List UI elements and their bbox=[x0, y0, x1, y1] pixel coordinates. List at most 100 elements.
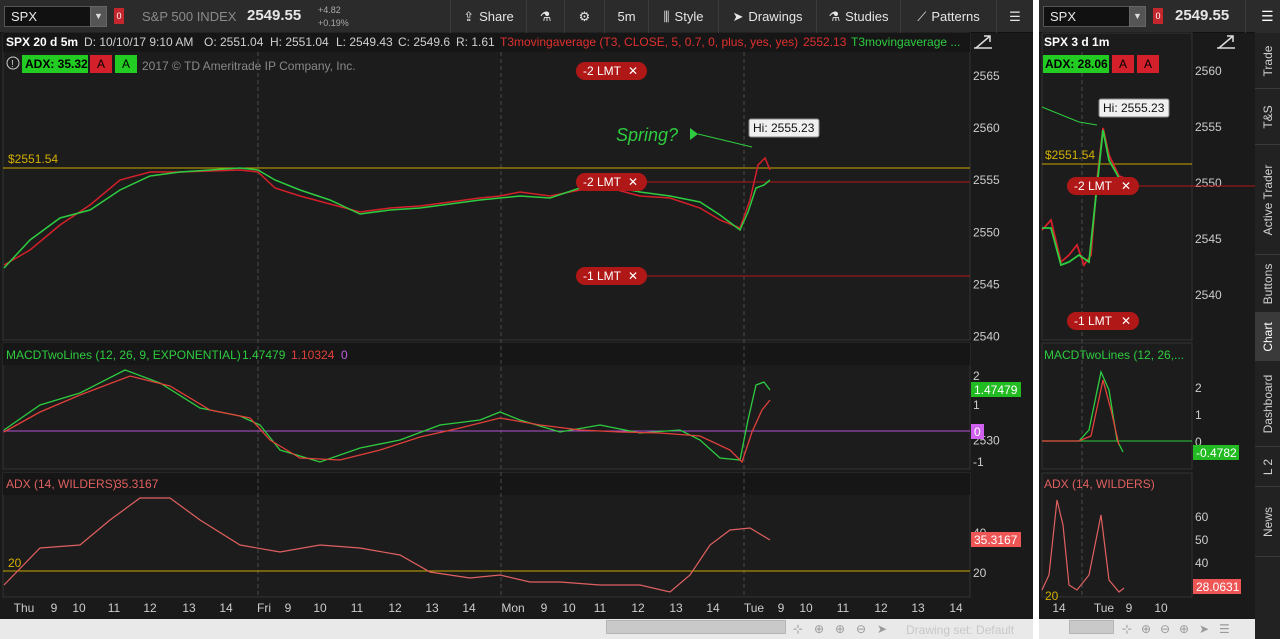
cancel-order-icon: ✕ bbox=[628, 64, 638, 78]
svg-text:-1: -1 bbox=[973, 455, 984, 469]
time-tick: 14 bbox=[1052, 601, 1066, 615]
time-tick: 14 bbox=[706, 601, 720, 615]
cancel-order-icon: ✕ bbox=[628, 175, 638, 189]
price-tick: 2540 bbox=[973, 330, 1000, 344]
time-tick: 11 bbox=[351, 601, 364, 615]
macd-title: MACDTwoLines (12, 26, 9, EXPONENTIAL) bbox=[6, 348, 241, 362]
side-tab-buttons[interactable]: Buttons bbox=[1255, 255, 1280, 313]
side-tab-active-trader[interactable]: Active Trader bbox=[1255, 145, 1280, 255]
time-tick: 9 bbox=[778, 601, 785, 615]
adx-badge: ADX: 35.32 bbox=[25, 57, 88, 71]
side-tab-dashboard[interactable]: Dashboard bbox=[1255, 361, 1280, 447]
order-pill-1[interactable]: -2 LMT ✕ bbox=[1067, 177, 1139, 195]
time-tick: 13 bbox=[911, 601, 925, 615]
svg-text:-2 LMT: -2 LMT bbox=[1074, 179, 1113, 193]
hi-label: Hi: 2555.23 bbox=[753, 121, 815, 135]
svg-text:-1 LMT: -1 LMT bbox=[1074, 314, 1113, 328]
zoom-in-icon[interactable]: ⊕ bbox=[835, 622, 845, 636]
left-scroll-thumb[interactable] bbox=[606, 620, 786, 634]
price-tick: 2560 bbox=[973, 121, 1000, 135]
adx-title: ADX (14, WILDERS) bbox=[6, 477, 117, 491]
right-chart-window: SPX ▼ 0 2549.55 ☰ SPX 3 d 1m ADX: 28.06 … bbox=[1039, 0, 1280, 639]
right-chart-area[interactable]: SPX 3 d 1m ADX: 28.06 A A 25602555255025… bbox=[1039, 0, 1255, 639]
side-tab-t-s[interactable]: T&S bbox=[1255, 89, 1280, 145]
time-tick: 9 bbox=[51, 601, 58, 615]
chart-title: SPX 3 d 1m bbox=[1044, 35, 1109, 49]
macd-zero-value: 0 bbox=[341, 348, 348, 362]
svg-text:40: 40 bbox=[1195, 556, 1209, 570]
left-nav-tools: ⊹ ⊕ ⊕ ⊖ ➤ Drawing set: Default bbox=[793, 622, 1015, 637]
time-tick: Tue bbox=[744, 601, 765, 615]
svg-text:2: 2 bbox=[973, 369, 980, 383]
spring-annotation[interactable]: Spring? bbox=[616, 125, 678, 145]
study-t3-label-2: T3movingaverage ... bbox=[851, 35, 960, 49]
time-tick: 10 bbox=[313, 601, 327, 615]
svg-text:-2 LMT: -2 LMT bbox=[583, 64, 622, 78]
time-tick: 12 bbox=[143, 601, 157, 615]
left-chart-area[interactable]: SPX 20 d 5m D: 10/10/17 9:10 AM O: 2551.… bbox=[0, 0, 1033, 639]
price-axis: 2560 2555 2550 2545 2540 bbox=[1195, 64, 1222, 302]
svg-text:1: 1 bbox=[1195, 408, 1202, 422]
zoom-out-icon[interactable]: ⊖ bbox=[856, 622, 866, 636]
svg-text:A: A bbox=[97, 57, 105, 71]
drawing-set-label[interactable]: Drawing set: Default bbox=[906, 623, 1015, 637]
time-tick: 14 bbox=[462, 601, 476, 615]
right-scroll-thumb[interactable] bbox=[1069, 620, 1114, 634]
macd-value: 1.47479 bbox=[242, 348, 286, 362]
side-tab-bar: Trade T&S Active Trader Buttons Chart Dashboa… bbox=[1255, 33, 1280, 639]
price-tick: 2550 bbox=[973, 225, 1000, 239]
svg-text:2: 2 bbox=[1195, 381, 1202, 395]
time-tick: 14 bbox=[219, 601, 233, 615]
price-tick: 2555 bbox=[1195, 120, 1222, 134]
bar-date: D: 10/10/17 9:10 AM bbox=[84, 35, 193, 49]
order-pill-3[interactable]: -1 LMT ✕ bbox=[576, 267, 647, 285]
crosshair-icon[interactable]: ⊕ bbox=[814, 622, 824, 636]
pointer-icon[interactable]: ➤ bbox=[1199, 622, 1209, 636]
time-tick: 13 bbox=[425, 601, 439, 615]
hi-label: Hi: 2555.23 bbox=[1103, 101, 1165, 115]
adx-title: ADX (14, WILDERS) bbox=[1044, 477, 1155, 491]
bar-low: L: 2549.43 bbox=[336, 35, 393, 49]
left-chart-window: SPX ▼ 0 S&P 500 INDEX 2549.55 +4.82 +0.1… bbox=[0, 0, 1033, 639]
copyright: 2017 © TD Ameritrade IP Company, Inc. bbox=[142, 59, 356, 73]
order-pill-2[interactable]: -2 LMT ✕ bbox=[576, 173, 647, 191]
adx-value: 35.3167 bbox=[115, 477, 159, 491]
zoom-out-icon[interactable]: ⊖ bbox=[1160, 622, 1170, 636]
adx-badge: ADX: 28.06 bbox=[1045, 57, 1108, 71]
expand-icon[interactable] bbox=[1217, 35, 1235, 49]
time-tick: 11 bbox=[108, 601, 121, 615]
time-tick: Tue bbox=[1094, 601, 1115, 615]
price-tick: 2560 bbox=[1195, 64, 1222, 78]
adx-level-label: 20 bbox=[8, 556, 22, 570]
svg-text:60: 60 bbox=[1195, 510, 1209, 524]
side-tab-chart[interactable]: Chart bbox=[1255, 313, 1280, 361]
time-tick: 12 bbox=[874, 601, 888, 615]
time-tick: Fri bbox=[257, 601, 271, 615]
zoom-in-icon[interactable]: ⊕ bbox=[1141, 622, 1151, 636]
expand-icon[interactable] bbox=[974, 35, 992, 49]
side-menu-button[interactable]: ☰ bbox=[1255, 0, 1280, 33]
price-tick: 2555 bbox=[973, 173, 1000, 187]
side-tab-l-2[interactable]: L 2 bbox=[1255, 447, 1280, 487]
bar-high: H: 2551.04 bbox=[270, 35, 329, 49]
price-level-label: $2551.54 bbox=[1045, 148, 1095, 162]
time-axis: 14 Tue 9 10 bbox=[1052, 601, 1168, 615]
svg-text:20: 20 bbox=[973, 566, 987, 580]
svg-text:50: 50 bbox=[1195, 533, 1209, 547]
side-tab-news[interactable]: News bbox=[1255, 487, 1280, 557]
order-pill-2[interactable]: -1 LMT ✕ bbox=[1067, 312, 1139, 330]
svg-text:!: ! bbox=[11, 59, 14, 70]
pan-icon[interactable]: ⊹ bbox=[1122, 622, 1132, 636]
svg-text:A: A bbox=[1144, 57, 1152, 71]
pointer-icon[interactable]: ➤ bbox=[877, 622, 887, 636]
price-tick: 2545 bbox=[1195, 232, 1222, 246]
pan-icon[interactable]: ⊹ bbox=[793, 622, 803, 636]
study-t3-value: 2552.13 bbox=[803, 35, 847, 49]
crosshair-icon[interactable]: ⊕ bbox=[1179, 622, 1189, 636]
chart-title: SPX 20 d 5m bbox=[6, 35, 78, 49]
side-tab-trade[interactable]: Trade bbox=[1255, 33, 1280, 89]
layers-icon[interactable]: ☰ bbox=[1219, 622, 1230, 636]
svg-text:-1 LMT: -1 LMT bbox=[583, 269, 622, 283]
svg-text:-2 LMT: -2 LMT bbox=[583, 175, 622, 189]
order-pill-1[interactable]: -2 LMT ✕ bbox=[576, 62, 647, 80]
